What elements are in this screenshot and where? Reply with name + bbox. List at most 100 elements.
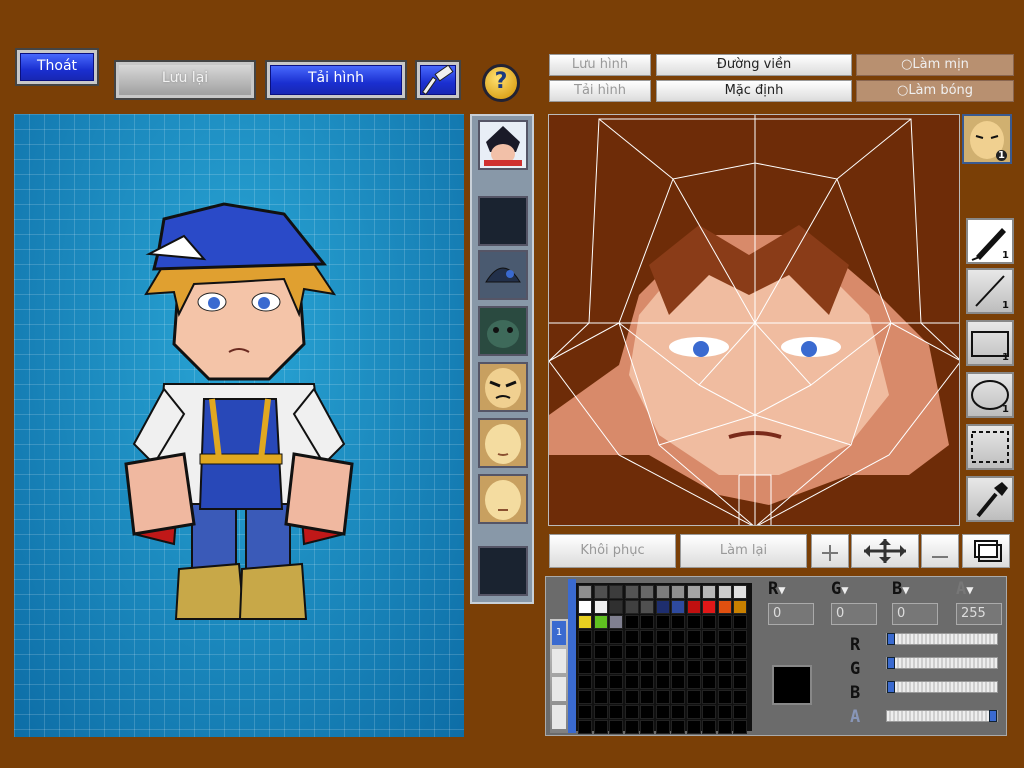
shine-option[interactable]: ○Làm bóng <box>856 80 1014 102</box>
hammer-button[interactable] <box>417 62 459 98</box>
color-swatch[interactable] <box>578 690 592 704</box>
color-swatch[interactable] <box>578 645 592 659</box>
color-swatch[interactable] <box>671 645 685 659</box>
color-swatch[interactable] <box>686 585 701 599</box>
color-swatch[interactable] <box>733 690 747 704</box>
move-button[interactable] <box>851 534 919 568</box>
color-swatch[interactable] <box>609 705 623 719</box>
color-swatch[interactable] <box>671 600 685 614</box>
color-swatch[interactable] <box>733 630 747 644</box>
rect-tool-button[interactable]: 1 <box>966 320 1014 366</box>
color-swatch[interactable] <box>640 600 654 614</box>
character-preview-canvas[interactable] <box>14 114 464 737</box>
color-swatch[interactable] <box>593 705 608 719</box>
color-swatch[interactable] <box>717 645 732 659</box>
select-tool-button[interactable] <box>966 424 1014 470</box>
slot-hair[interactable] <box>478 120 528 170</box>
color-swatch[interactable] <box>624 690 639 704</box>
smooth-option[interactable]: ○Làm mịn <box>856 54 1014 76</box>
color-swatch[interactable] <box>609 690 623 704</box>
color-swatch[interactable] <box>686 630 701 644</box>
color-swatch[interactable] <box>624 705 639 719</box>
color-swatch[interactable] <box>624 585 639 599</box>
b-slider[interactable] <box>886 681 998 693</box>
palette-scrollbar[interactable] <box>568 579 576 733</box>
color-swatch[interactable] <box>733 645 747 659</box>
color-swatch[interactable] <box>686 615 701 629</box>
exit-button[interactable]: Thoát <box>17 50 97 84</box>
color-swatch[interactable] <box>717 660 732 674</box>
color-swatch[interactable] <box>702 675 716 689</box>
color-swatch[interactable] <box>686 600 701 614</box>
a-input[interactable]: 255 <box>956 603 1002 625</box>
line-tool-button[interactable]: 1 <box>966 268 1014 314</box>
minus-button[interactable] <box>921 534 959 568</box>
save-button[interactable]: Lưu lại <box>116 62 254 98</box>
palette-tab-3[interactable] <box>552 677 566 701</box>
color-swatch[interactable] <box>624 660 639 674</box>
color-swatch[interactable] <box>593 615 608 629</box>
face-preview-thumbnail[interactable]: 1 <box>962 114 1012 164</box>
slot-face-plain[interactable] <box>478 474 528 524</box>
load-image-button[interactable]: Tải hình <box>267 62 405 98</box>
color-swatch[interactable] <box>609 600 623 614</box>
color-swatch[interactable] <box>717 705 732 719</box>
color-swatch[interactable] <box>624 600 639 614</box>
color-swatch[interactable] <box>578 615 592 629</box>
color-swatch[interactable] <box>655 645 670 659</box>
color-swatch[interactable] <box>578 720 592 734</box>
color-swatch[interactable] <box>655 585 670 599</box>
color-swatch[interactable] <box>717 615 732 629</box>
color-swatch[interactable] <box>655 705 670 719</box>
color-swatch[interactable] <box>671 630 685 644</box>
color-swatch[interactable] <box>733 705 747 719</box>
color-swatch[interactable] <box>624 615 639 629</box>
load-image-button-2[interactable]: Tải hình <box>549 80 651 102</box>
a-slider[interactable] <box>886 710 998 722</box>
color-swatch[interactable] <box>686 690 701 704</box>
color-swatch[interactable] <box>609 630 623 644</box>
redo-button[interactable]: Làm lại <box>680 534 807 568</box>
color-swatch[interactable] <box>578 705 592 719</box>
color-swatch[interactable] <box>686 675 701 689</box>
color-swatch[interactable] <box>733 615 747 629</box>
color-swatch[interactable] <box>609 660 623 674</box>
color-swatch[interactable] <box>593 675 608 689</box>
add-button[interactable] <box>811 534 849 568</box>
a-slider-thumb[interactable] <box>989 710 997 722</box>
color-swatch[interactable] <box>624 630 639 644</box>
color-swatch[interactable] <box>671 690 685 704</box>
color-swatch[interactable] <box>717 600 732 614</box>
color-swatch[interactable] <box>609 720 623 734</box>
color-swatch[interactable] <box>717 690 732 704</box>
color-swatch[interactable] <box>702 660 716 674</box>
color-swatch[interactable] <box>702 690 716 704</box>
color-swatch[interactable] <box>578 660 592 674</box>
color-swatch[interactable] <box>655 660 670 674</box>
r-slider[interactable] <box>886 633 998 645</box>
b-input[interactable]: 0 <box>892 603 938 625</box>
color-swatch[interactable] <box>686 705 701 719</box>
color-swatch[interactable] <box>702 705 716 719</box>
color-swatch[interactable] <box>733 660 747 674</box>
color-swatch[interactable] <box>686 720 701 734</box>
color-swatch[interactable] <box>655 600 670 614</box>
color-swatch[interactable] <box>671 660 685 674</box>
help-button[interactable]: ? <box>482 64 520 102</box>
color-swatch[interactable] <box>640 675 654 689</box>
r-slider-thumb[interactable] <box>887 633 895 645</box>
slot-mask[interactable] <box>478 306 528 356</box>
b-slider-thumb[interactable] <box>887 681 895 693</box>
slot-face-round[interactable] <box>478 418 528 468</box>
color-swatch[interactable] <box>578 675 592 689</box>
color-swatch[interactable] <box>609 585 623 599</box>
color-swatch[interactable] <box>578 630 592 644</box>
color-swatch[interactable] <box>640 660 654 674</box>
color-swatch[interactable] <box>624 720 639 734</box>
color-swatch[interactable] <box>671 720 685 734</box>
slot-helmet[interactable] <box>478 250 528 300</box>
color-swatch[interactable] <box>702 585 716 599</box>
swatch-grid[interactable] <box>576 583 752 734</box>
layer-button[interactable] <box>962 534 1010 568</box>
color-swatch[interactable] <box>671 675 685 689</box>
